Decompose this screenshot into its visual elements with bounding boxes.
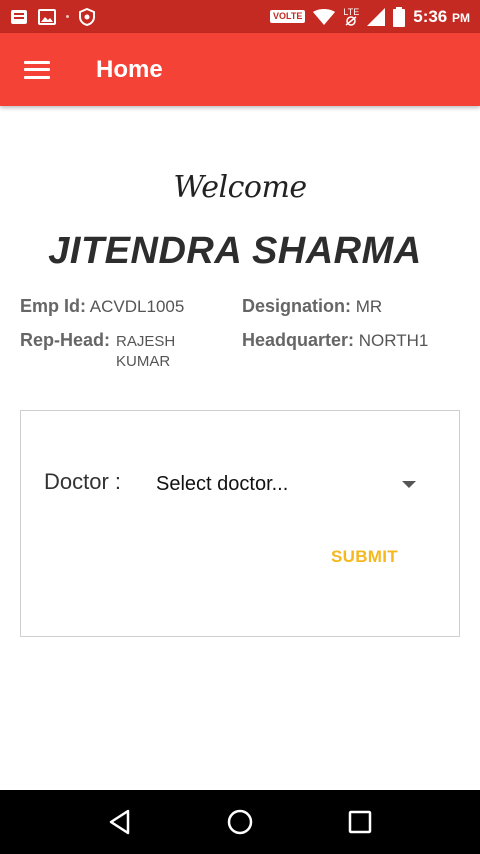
rep-head-value: RAJESH KUMAR — [116, 333, 176, 370]
image-icon — [38, 8, 56, 25]
signal-icon — [367, 7, 386, 26]
user-name: JITENDRA SHARMA — [48, 230, 422, 272]
doctor-select-value: Select doctor... — [156, 472, 289, 495]
headquarter-field: Headquarter: NORTH1 — [242, 330, 428, 351]
page-title: Home — [96, 55, 163, 83]
clock-ampm: PM — [452, 10, 470, 25]
rep-head-field: Rep-Head: RAJESH KUMAR — [20, 330, 196, 372]
doctor-label: Doctor : — [44, 469, 122, 494]
submit-button[interactable]: SUBMIT — [331, 547, 398, 567]
shield-icon — [79, 7, 95, 26]
status-right-icons: VOLTE LTE 5:36 PM — [270, 6, 470, 27]
headquarter-value: NORTH1 — [358, 331, 429, 350]
lte-indicator: LTE — [343, 6, 360, 26]
rep-head-label: Rep-Head: — [20, 330, 111, 350]
battery-icon — [393, 6, 406, 27]
doctor-select[interactable]: Select doctor... — [156, 469, 416, 499]
designation-field: Designation: MR — [242, 296, 382, 317]
notes-icon — [10, 9, 28, 25]
hamburger-menu-icon[interactable] — [24, 60, 50, 79]
system-nav-bar — [0, 790, 480, 854]
lte-label: LTE — [343, 6, 360, 17]
doctor-form-card: Doctor : Select doctor... SUBMIT — [20, 410, 460, 637]
volte-badge: VOLTE — [270, 10, 306, 23]
emp-id-value: ACVDL1005 — [89, 297, 185, 316]
headquarter-label: Headquarter: — [242, 330, 355, 350]
clock-time: 5:36 — [413, 6, 448, 26]
app-bar: Home — [0, 33, 480, 106]
notification-dot — [66, 15, 69, 18]
back-icon[interactable] — [100, 802, 140, 842]
menu-line — [24, 60, 50, 64]
emp-id-field: Emp Id: ACVDL1005 — [20, 296, 184, 317]
home-icon[interactable] — [220, 802, 260, 842]
designation-value: MR — [355, 297, 383, 316]
status-left-icons — [10, 7, 95, 26]
recents-icon[interactable] — [340, 802, 380, 842]
emp-id-label: Emp Id: — [20, 296, 86, 316]
designation-label: Designation: — [242, 296, 352, 316]
wifi-icon — [313, 8, 336, 25]
chevron-down-icon — [402, 480, 416, 488]
status-bar: VOLTE LTE 5:36 PM — [0, 0, 480, 33]
menu-line — [24, 68, 50, 71]
welcome-text: Welcome — [173, 170, 307, 205]
menu-line — [24, 75, 50, 79]
clock: 5:36 PM — [413, 7, 470, 27]
